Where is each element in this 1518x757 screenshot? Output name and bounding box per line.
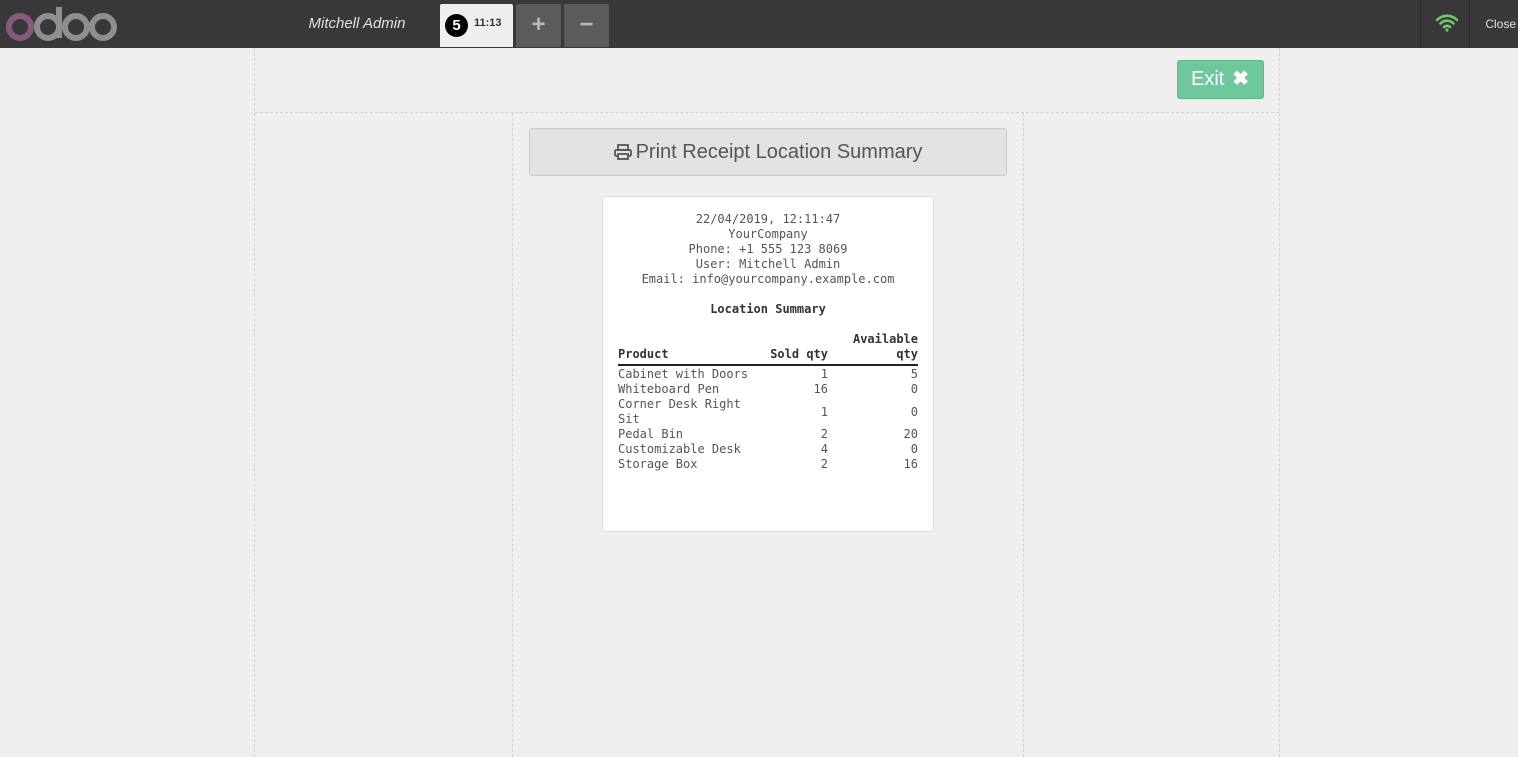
receipt-header: 22/04/2019, 12:11:47 YourCompany Phone: … [618,212,918,287]
column-header-product: Product [618,332,758,366]
receipt-email: Email: info@yourcompany.example.com [641,272,895,286]
plus-icon: + [531,11,546,38]
receipt-datetime: 22/04/2019, 12:11:47 [695,212,841,226]
product-cell: Pedal Bin [618,427,684,441]
printer-icon [613,131,632,177]
available-qty-cell: 5 [910,367,918,381]
sold-qty-cell: 1 [820,367,828,381]
exit-button[interactable]: Exit ✖ [1177,60,1264,99]
order-number-badge: 5 [445,14,468,37]
sold-qty-cell: 4 [820,442,828,456]
product-cell: Whiteboard Pen [618,382,720,396]
receipt-phone: Phone: +1 555 123 8069 [688,242,848,256]
sold-qty-cell: 2 [820,457,828,471]
available-qty-cell: 0 [910,382,918,396]
odoo-logo [6,7,117,41]
add-order-button[interactable]: + [516,4,561,47]
print-receipt-button[interactable]: Print Receipt Location Summary [529,128,1007,176]
location-summary-table: Product Sold qty Available qty Cabinet w… [618,332,918,472]
order-tab[interactable]: 5 11:13 [440,4,513,47]
minus-icon: − [579,11,594,38]
cashier-name[interactable]: Mitchell Admin [290,0,424,48]
available-qty-cell: 0 [910,404,918,419]
close-pos-button[interactable]: Close [1471,0,1518,48]
available-qty-cell: 0 [910,442,918,456]
exit-label: Exit [1191,68,1225,90]
receipt-user: User: Mitchell Admin [695,257,841,271]
close-x-icon: ✖ [1232,68,1249,90]
table-row: Customizable Desk 4 0 [618,442,918,457]
available-qty-cell: 20 [903,427,918,441]
sold-qty-cell: 16 [813,382,828,396]
wifi-icon [1436,14,1458,32]
table-row: Corner Desk Right Sit 1 0 [618,397,918,427]
product-cell: Corner Desk Right Sit [618,397,741,426]
table-row: Storage Box 2 16 [618,457,918,472]
column-header-available-qty: Available qty [828,332,918,366]
table-row: Whiteboard Pen 16 0 [618,382,918,397]
order-time: 11:13 [474,17,502,29]
sold-qty-cell: 1 [820,404,828,419]
delete-order-button[interactable]: − [564,4,609,47]
available-qty-cell: 16 [903,457,918,471]
screen-header: Exit ✖ [255,48,1279,113]
product-cell: Customizable Desk [618,442,741,456]
receipt: 22/04/2019, 12:11:47 YourCompany Phone: … [602,196,934,532]
table-row: Cabinet with Doors 1 5 [618,365,918,382]
receipt-company: YourCompany [728,227,808,241]
receipt-title: Location Summary [710,302,826,316]
proxy-status[interactable] [1420,0,1470,48]
report-screen: Exit ✖ Print Receipt Location Summary 22… [254,48,1280,757]
column-header-sold-qty: Sold qty [758,332,828,366]
receipt-column: Print Receipt Location Summary 22/04/201… [512,113,1024,757]
product-cell: Storage Box [618,457,698,471]
print-button-label: Print Receipt Location Summary [635,141,923,163]
sold-qty-cell: 2 [820,427,828,441]
table-row: Pedal Bin 2 20 [618,427,918,442]
product-cell: Cabinet with Doors [618,367,749,381]
pos-topbar: Mitchell Admin 5 11:13 + − Close [0,0,1518,48]
